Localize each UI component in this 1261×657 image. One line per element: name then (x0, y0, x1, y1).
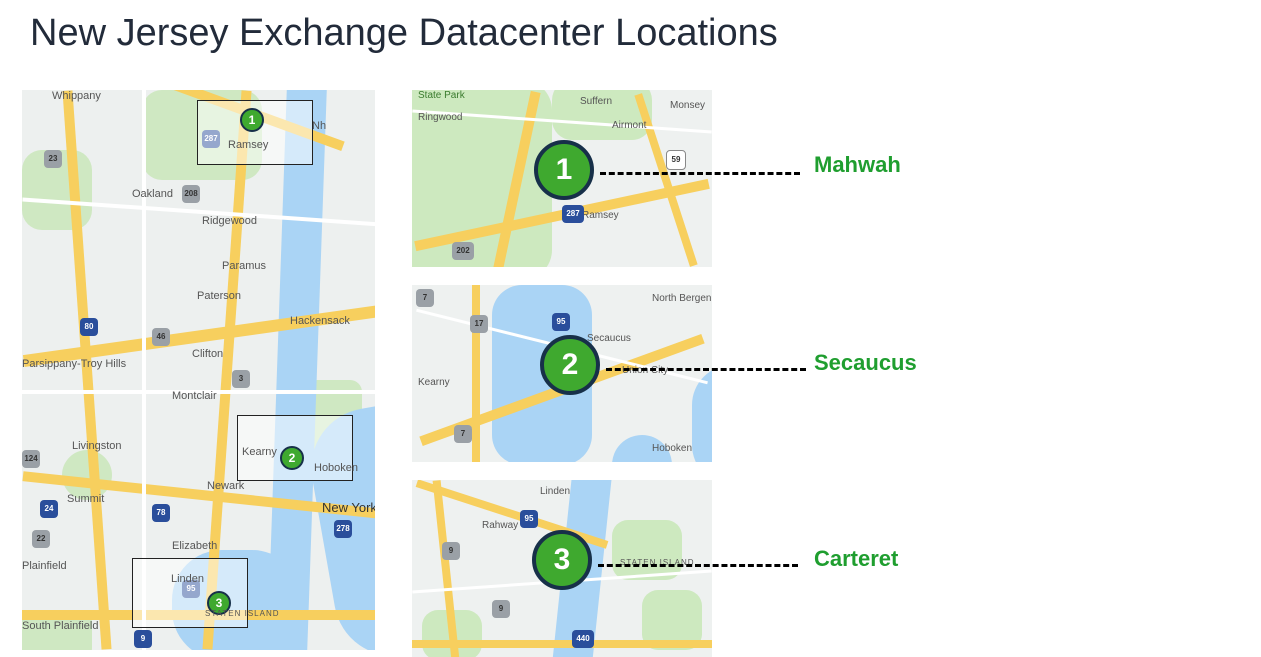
city-label: Kearny (418, 377, 450, 388)
road-shield: 440 (572, 630, 594, 648)
road-shield: 7 (416, 289, 434, 307)
city-label: New York (322, 500, 375, 515)
city-label: Elizabeth (172, 540, 217, 552)
city-label: Clifton (192, 348, 223, 360)
road-shield: 46 (152, 328, 170, 346)
city-label: South Plainfield (22, 620, 98, 632)
city-label: Suffern (580, 96, 612, 107)
map-marker-small-2: 2 (280, 446, 304, 470)
overview-inset-3: 3 Linden STATEN ISLAND (132, 558, 248, 628)
road-shield: 22 (32, 530, 50, 548)
connector-line-3 (598, 564, 798, 567)
road-shield: 95 (520, 510, 538, 528)
road-shield: 59 (666, 150, 686, 170)
city-label: Montclair (172, 390, 217, 402)
location-label-1: Mahwah (814, 152, 901, 178)
road-shield: 9 (134, 630, 152, 648)
map-park (612, 520, 682, 580)
city-label: Paterson (197, 290, 241, 302)
city-label: Hackensack (290, 315, 350, 327)
location-label-3: Carteret (814, 546, 898, 572)
road-shield: 278 (334, 520, 352, 538)
city-label: Summit (67, 493, 104, 505)
city-label: Plainfield (22, 560, 67, 572)
city-label: Airmont (612, 120, 646, 131)
city-label: Paramus (222, 260, 266, 272)
city-label: Hoboken (314, 462, 358, 474)
road-shield: 23 (44, 150, 62, 168)
city-label: Ringwood (418, 112, 462, 123)
road-shield: 202 (452, 242, 474, 260)
city-label: State Park (418, 90, 465, 101)
city-label: Rahway (482, 520, 518, 531)
city-label: Whippany (52, 90, 101, 102)
city-label: Hoboken (652, 443, 692, 454)
map-marker-small-1: 1 (240, 108, 264, 132)
map-highway (412, 640, 712, 648)
city-label: North Bergen (652, 293, 711, 304)
road-shield: 95 (552, 313, 570, 331)
city-label: Linden (171, 573, 204, 585)
city-label: Ramsey (228, 139, 268, 151)
detail-map-2: Secaucus Union City North Bergen Kearny … (412, 285, 712, 462)
road-shield: 9 (442, 542, 460, 560)
road-shield: 9 (492, 600, 510, 618)
road-shield: 287 (562, 205, 584, 223)
city-label: Secaucus (587, 333, 631, 344)
connector-line-2 (606, 368, 806, 371)
city-label: Ramsey (582, 210, 619, 221)
page-title: New Jersey Exchange Datacenter Locations (30, 12, 778, 55)
map-marker-3: 3 (532, 530, 592, 590)
road-shield: 80 (80, 318, 98, 336)
overview-map: Whippany Nh Oakland Ridgewood Paramus Pa… (22, 90, 375, 650)
map-marker-1: 1 (534, 140, 594, 200)
overview-inset-1: 1 Ramsey (197, 100, 313, 165)
map-highway (472, 285, 480, 462)
city-label: Monsey (670, 100, 705, 111)
connector-line-1 (600, 172, 800, 175)
city-label: Parsippany-Troy Hills (22, 358, 126, 370)
road-shield: 3 (232, 370, 250, 388)
city-label: Nh (312, 120, 326, 132)
overview-inset-2: 2 Kearny Hoboken (237, 415, 353, 481)
road-shield: 7 (454, 425, 472, 443)
road-shield: 124 (22, 450, 40, 468)
city-label: Kearny (242, 446, 277, 458)
road-shield: 17 (470, 315, 488, 333)
detail-map-3: Linden Rahway STATEN ISLAND 9 9 95 440 3 (412, 480, 712, 657)
city-label: Linden (540, 486, 570, 497)
map-marker-2: 2 (540, 335, 600, 395)
road-shield: 78 (152, 504, 170, 522)
road-shield: 24 (40, 500, 58, 518)
city-label: STATEN ISLAND (205, 609, 280, 618)
city-label: Newark (207, 480, 244, 492)
city-label: Ridgewood (202, 215, 257, 227)
location-label-2: Secaucus (814, 350, 917, 376)
detail-map-1: State Park Ringwood Suffern Airmont Mons… (412, 90, 712, 267)
city-label: Oakland (132, 188, 173, 200)
city-label: Livingston (72, 440, 122, 452)
road-shield: 208 (182, 185, 200, 203)
